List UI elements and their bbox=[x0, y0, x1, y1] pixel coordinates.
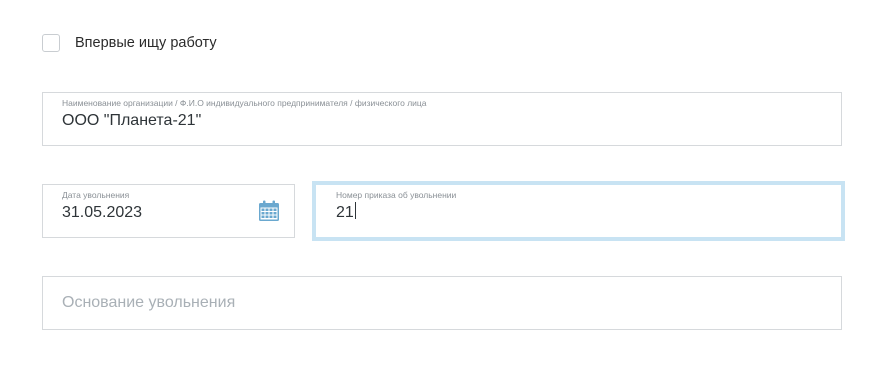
dismissal-date-value[interactable]: 31.05.2023 bbox=[62, 202, 142, 224]
order-number-label: Номер приказа об увольнении bbox=[336, 190, 457, 200]
dismissal-form: Впервые ищу работу Наименование организа… bbox=[0, 0, 871, 368]
first-job-label: Впервые ищу работу bbox=[75, 35, 217, 51]
calendar-icon[interactable] bbox=[258, 200, 280, 222]
organization-value[interactable]: ООО "Планета-21" bbox=[62, 110, 201, 132]
order-number-input[interactable]: 21 bbox=[336, 202, 356, 224]
order-number-value: 21 bbox=[336, 204, 354, 221]
dismissal-date-label: Дата увольнения bbox=[62, 190, 130, 200]
organization-field[interactable]: Наименование организации / Ф.И.О индивид… bbox=[42, 92, 842, 146]
order-number-field[interactable]: Номер приказа об увольнении 21 bbox=[312, 181, 845, 241]
dismissal-basis-field[interactable]: Основание увольнения bbox=[42, 276, 842, 330]
organization-label: Наименование организации / Ф.И.О индивид… bbox=[62, 98, 427, 108]
dismissal-date-field[interactable]: Дата увольнения 31.05.2023 bbox=[42, 184, 295, 238]
first-job-checkbox-row[interactable]: Впервые ищу работу bbox=[42, 33, 217, 53]
first-job-checkbox[interactable] bbox=[42, 34, 60, 52]
text-caret bbox=[354, 202, 356, 219]
dismissal-basis-placeholder[interactable]: Основание увольнения bbox=[62, 292, 235, 314]
